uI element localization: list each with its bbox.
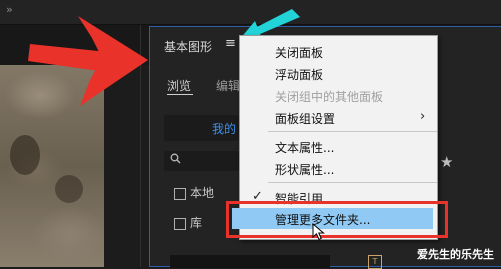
menu-item-label: 浮动面板 [275,68,324,82]
watermark-text: 爱先生的乐先生 [417,248,494,261]
menu-separator [268,182,437,183]
red-arrow-icon [28,16,148,106]
menu-item-label: 形状属性... [275,163,335,177]
annotation-highlight-box [226,201,448,238]
menu-item-text-properties[interactable]: 文本属性... [240,136,437,157]
menu-item-close-panel[interactable]: 关闭面板 [240,41,437,62]
menu-item-float-panel[interactable]: 浮动面板 [240,63,437,84]
menu-item-label: 关闭组中的其他面板 [275,90,384,104]
menu-item-label: 文本属性... [275,141,335,155]
menu-item-label: 面板组设置 [275,112,336,126]
menu-separator [268,131,437,132]
submenu-arrow-icon: › [420,109,426,124]
mouse-cursor-icon [312,223,325,241]
menu-item-label: 关闭面板 [275,46,324,60]
menu-item-close-other-panels: 关闭组中的其他面板 [240,85,437,106]
menu-item-shape-properties[interactable]: 形状属性... [240,158,437,179]
menu-item-panel-group-settings[interactable]: 面板组设置 › [240,107,437,128]
